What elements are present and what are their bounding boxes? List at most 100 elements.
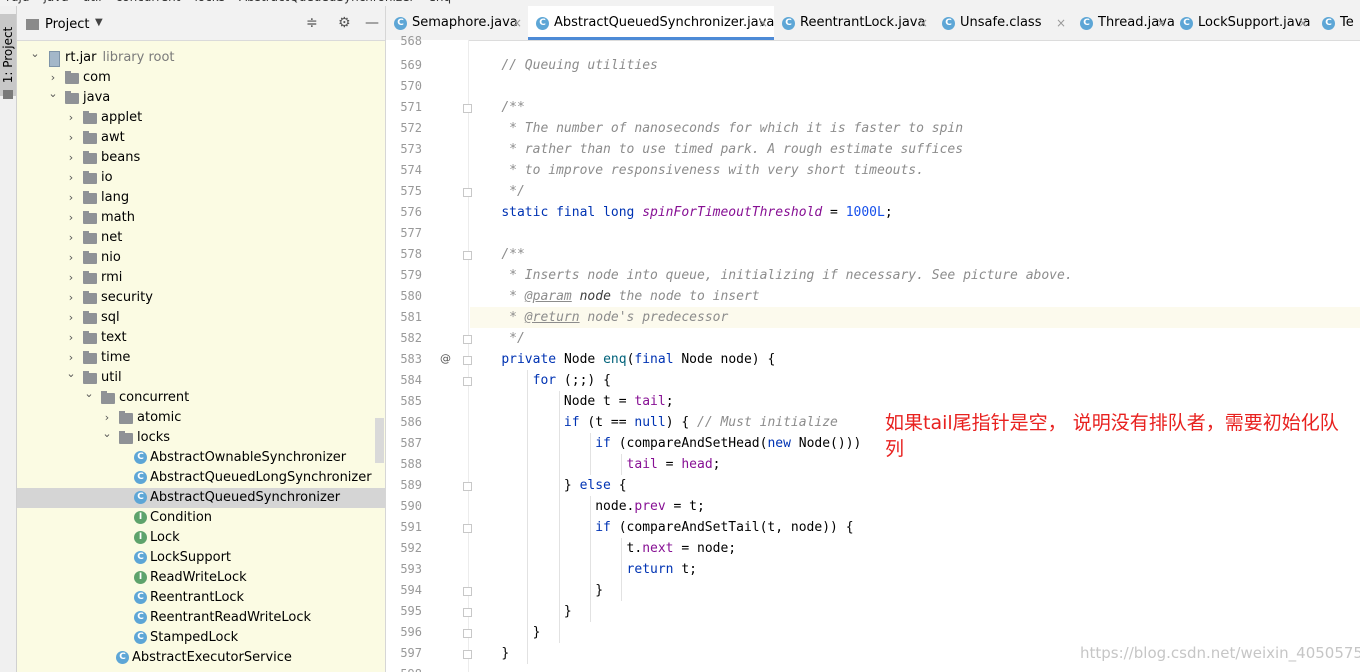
line-number: 583 [400, 352, 422, 366]
code-line: if (compareAndSetTail(t, node)) { [470, 517, 1360, 538]
editor-tab[interactable]: C AbstractQueuedSynchronizer.java × [528, 6, 774, 40]
chevron-right-icon[interactable]: › [65, 288, 77, 308]
code-token: (t == [579, 415, 635, 430]
chevron-down-icon[interactable]: ⌄ [29, 44, 41, 64]
tree-item[interactable]: › beans [17, 148, 385, 168]
editor-tab[interactable]: C Thread.java × [1072, 6, 1175, 40]
tree-item-text: locks [137, 430, 171, 445]
tree-item[interactable]: ⌄ concurrent [17, 387, 385, 408]
chevron-right-icon[interactable]: › [65, 148, 77, 168]
editor-tab[interactable]: C Unsafe.class × [934, 6, 1072, 40]
breadcrumb-item[interactable]: ruju [6, 0, 29, 4]
tree-item[interactable]: › math [17, 208, 385, 228]
hide-icon[interactable]: — [365, 15, 379, 31]
tree-item[interactable]: C LockSupport [17, 548, 385, 568]
project-tool-button[interactable]: 1: Project [0, 14, 16, 99]
tree-item[interactable]: I Lock [17, 528, 385, 548]
project-view-selector[interactable]: Project [45, 17, 89, 32]
code-area[interactable]: // Queuing utilities /** * The number of… [470, 40, 1360, 672]
tree-item-label: security [101, 288, 153, 308]
tree-item[interactable]: C ReentrantReadWriteLock [17, 608, 385, 628]
chevron-right-icon[interactable]: › [65, 308, 77, 328]
tree-item[interactable]: ⌄ util [17, 367, 385, 388]
tree-item[interactable]: › nio [17, 248, 385, 268]
tree-item-label: text [101, 328, 127, 348]
tree-scrollbar[interactable] [375, 418, 384, 463]
tree-item[interactable]: C ReentrantLock [17, 588, 385, 608]
code-token: prev [634, 499, 666, 514]
breadcrumb-item[interactable]: concurrent [116, 0, 181, 4]
tree-item-label: ReentrantLock [150, 588, 244, 608]
tree-item[interactable]: ⌄ rt.jar library root [17, 47, 385, 68]
code-token: } [563, 478, 580, 493]
chevron-right-icon[interactable]: › [65, 108, 77, 128]
chevron-down-icon[interactable]: ⌄ [83, 384, 95, 404]
code-token: else [579, 478, 611, 493]
tree-item[interactable]: › text [17, 328, 385, 348]
editor-tab[interactable]: C ReentrantLock.java × [774, 6, 934, 40]
tree-item[interactable]: C StampedLock [17, 628, 385, 648]
tree-item[interactable]: I Condition [17, 508, 385, 528]
chevron-right-icon[interactable]: › [65, 228, 77, 248]
chevron-right-icon[interactable]: › [65, 168, 77, 188]
editor-tab[interactable]: C LockSupport.java × [1172, 6, 1314, 40]
close-icon[interactable]: × [512, 6, 522, 40]
code-token: the node to insert [610, 289, 760, 304]
folder-icon [83, 171, 97, 184]
chevron-down-icon[interactable]: ⌄ [47, 84, 59, 104]
tree-item[interactable]: C AbstractQueuedSynchronizer [17, 488, 385, 508]
chevron-right-icon[interactable]: › [65, 328, 77, 348]
tree-item[interactable]: › net [17, 228, 385, 248]
chevron-right-icon[interactable]: › [65, 188, 77, 208]
close-icon[interactable]: × [1156, 6, 1166, 40]
editor-tab[interactable]: C Te [1314, 6, 1360, 40]
chevron-down-icon[interactable]: ⌄ [65, 364, 77, 384]
code-token: @param [524, 289, 572, 304]
tree-item[interactable]: › com [17, 68, 385, 88]
code-line: /** [470, 244, 1360, 265]
code-token: } [595, 583, 604, 598]
close-icon[interactable]: × [918, 6, 928, 40]
chevron-right-icon[interactable]: › [65, 268, 77, 288]
tree-item[interactable]: C AbstractOwnableSynchronizer [17, 448, 385, 468]
tree-item[interactable]: C AbstractQueuedLongSynchronizer [17, 468, 385, 488]
tree-item[interactable]: › rmi [17, 268, 385, 288]
chevron-right-icon[interactable]: › [65, 248, 77, 268]
code-token: static final long [501, 205, 643, 220]
close-icon[interactable]: × [1056, 6, 1066, 40]
chevron-down-icon[interactable]: ▼ [95, 17, 103, 28]
collapse-icon[interactable]: ≑ [306, 15, 318, 31]
tree-item[interactable]: › io [17, 168, 385, 188]
close-icon[interactable]: × [758, 6, 768, 40]
tree-item-label: Condition [150, 508, 212, 528]
breadcrumb-item[interactable]: enq [428, 0, 451, 4]
folder-icon [83, 131, 97, 144]
tab-label: AbstractQueuedSynchronizer.java [554, 15, 775, 30]
tree-item[interactable]: › atomic [17, 408, 385, 428]
tree-item[interactable]: › applet [17, 108, 385, 128]
override-icon[interactable]: @ [440, 352, 451, 365]
tree-item[interactable]: ⌄ java [17, 87, 385, 108]
project-panel: Project ▼ ≑ ⚙ — ⌄ rt.jar library root › com ⌄… [17, 6, 386, 672]
chevron-down-icon[interactable]: ⌄ [101, 424, 113, 444]
tree-item[interactable]: ⌄ locks [17, 427, 385, 448]
close-icon[interactable]: × [1298, 6, 1308, 40]
tree-item[interactable]: I ReadWriteLock [17, 568, 385, 588]
breadcrumb-item[interactable]: AbstractQueuedSynchronizer [239, 0, 415, 4]
code-token: * to improve responsiveness with very sh… [509, 163, 924, 178]
code-token: = [822, 205, 846, 220]
breadcrumb-item[interactable]: java [43, 0, 68, 4]
tree-item[interactable]: › security [17, 288, 385, 308]
tree-item-label: AbstractExecutorService [132, 648, 292, 668]
tree-item[interactable]: › lang [17, 188, 385, 208]
tree-item[interactable]: C AbstractExecutorService [17, 648, 385, 668]
gear-icon[interactable]: ⚙ [338, 15, 351, 31]
chevron-right-icon[interactable]: › [65, 208, 77, 228]
chevron-right-icon[interactable]: › [65, 128, 77, 148]
breadcrumb-item[interactable]: locks [194, 0, 224, 4]
tree-item[interactable]: › awt [17, 128, 385, 148]
tree-item[interactable]: › sql [17, 308, 385, 328]
breadcrumb-item[interactable]: util [83, 0, 102, 4]
